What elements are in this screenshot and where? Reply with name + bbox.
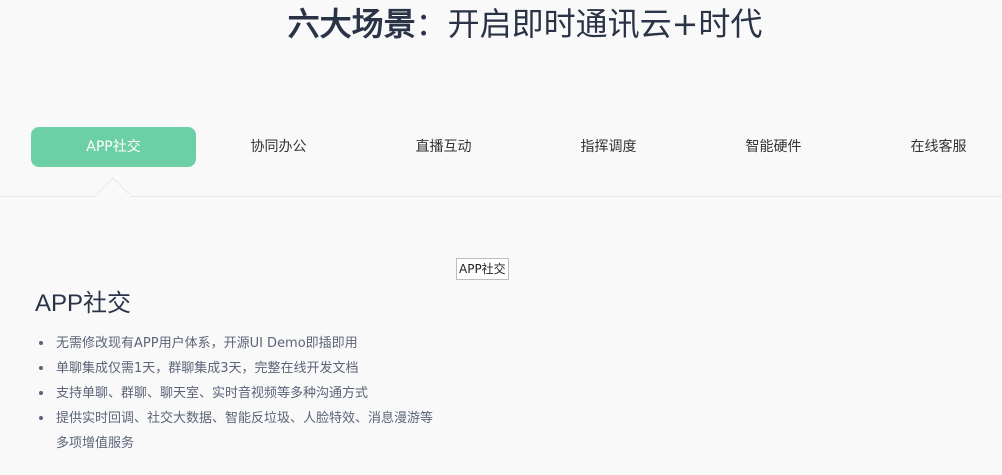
tab-app-social[interactable]: APP社交	[31, 127, 196, 167]
tab-online-support[interactable]: 在线客服	[856, 127, 1002, 167]
tab-live-interaction[interactable]: 直播互动	[361, 127, 526, 167]
feature-list: 无需修改现有APP用户体系，开源UI Demo即插即用 单聊集成仅需1天，群聊集…	[36, 331, 436, 456]
tab-command-dispatch[interactable]: 指挥调度	[526, 127, 691, 167]
feature-text: 无需修改现有APP用户体系，开源UI Demo即插即用	[56, 336, 358, 351]
page-title-rest: ：开启即时通讯云+时代	[415, 5, 763, 43]
bullet-icon	[39, 391, 43, 395]
feature-text: 支持单聊、群聊、聊天室、实时音视频等多种沟通方式	[56, 386, 369, 401]
feature-text: 提供实时回调、社交大数据、智能反垃圾、人脸特效、消息漫游等多项增值服务	[56, 411, 434, 451]
section-title: APP社交	[35, 290, 132, 317]
list-item: 单聊集成仅需1天，群聊集成3天，完整在线开发文档	[36, 356, 436, 381]
list-item: 无需修改现有APP用户体系，开源UI Demo即插即用	[36, 331, 436, 356]
tabs-divider	[0, 196, 1002, 197]
scenario-image-placeholder: APP社交	[456, 258, 509, 280]
page-title: 六大场景：开启即时通讯云+时代	[0, 4, 1002, 44]
bullet-icon	[39, 341, 43, 345]
page-title-bold: 六大场景	[287, 5, 416, 43]
list-item: 提供实时回调、社交大数据、智能反垃圾、人脸特效、消息漫游等多项增值服务	[36, 406, 436, 456]
scenario-tabs: APP社交 协同办公 直播互动 指挥调度 智能硬件 在线客服	[31, 127, 1002, 167]
list-item: 支持单聊、群聊、聊天室、实时音视频等多种沟通方式	[36, 381, 436, 406]
pointer-mask	[95, 194, 131, 198]
bullet-icon	[39, 366, 43, 370]
bullet-icon	[39, 416, 43, 420]
tab-collaborative-office[interactable]: 协同办公	[196, 127, 361, 167]
tab-smart-hardware[interactable]: 智能硬件	[691, 127, 856, 167]
feature-text: 单聊集成仅需1天，群聊集成3天，完整在线开发文档	[56, 361, 359, 376]
